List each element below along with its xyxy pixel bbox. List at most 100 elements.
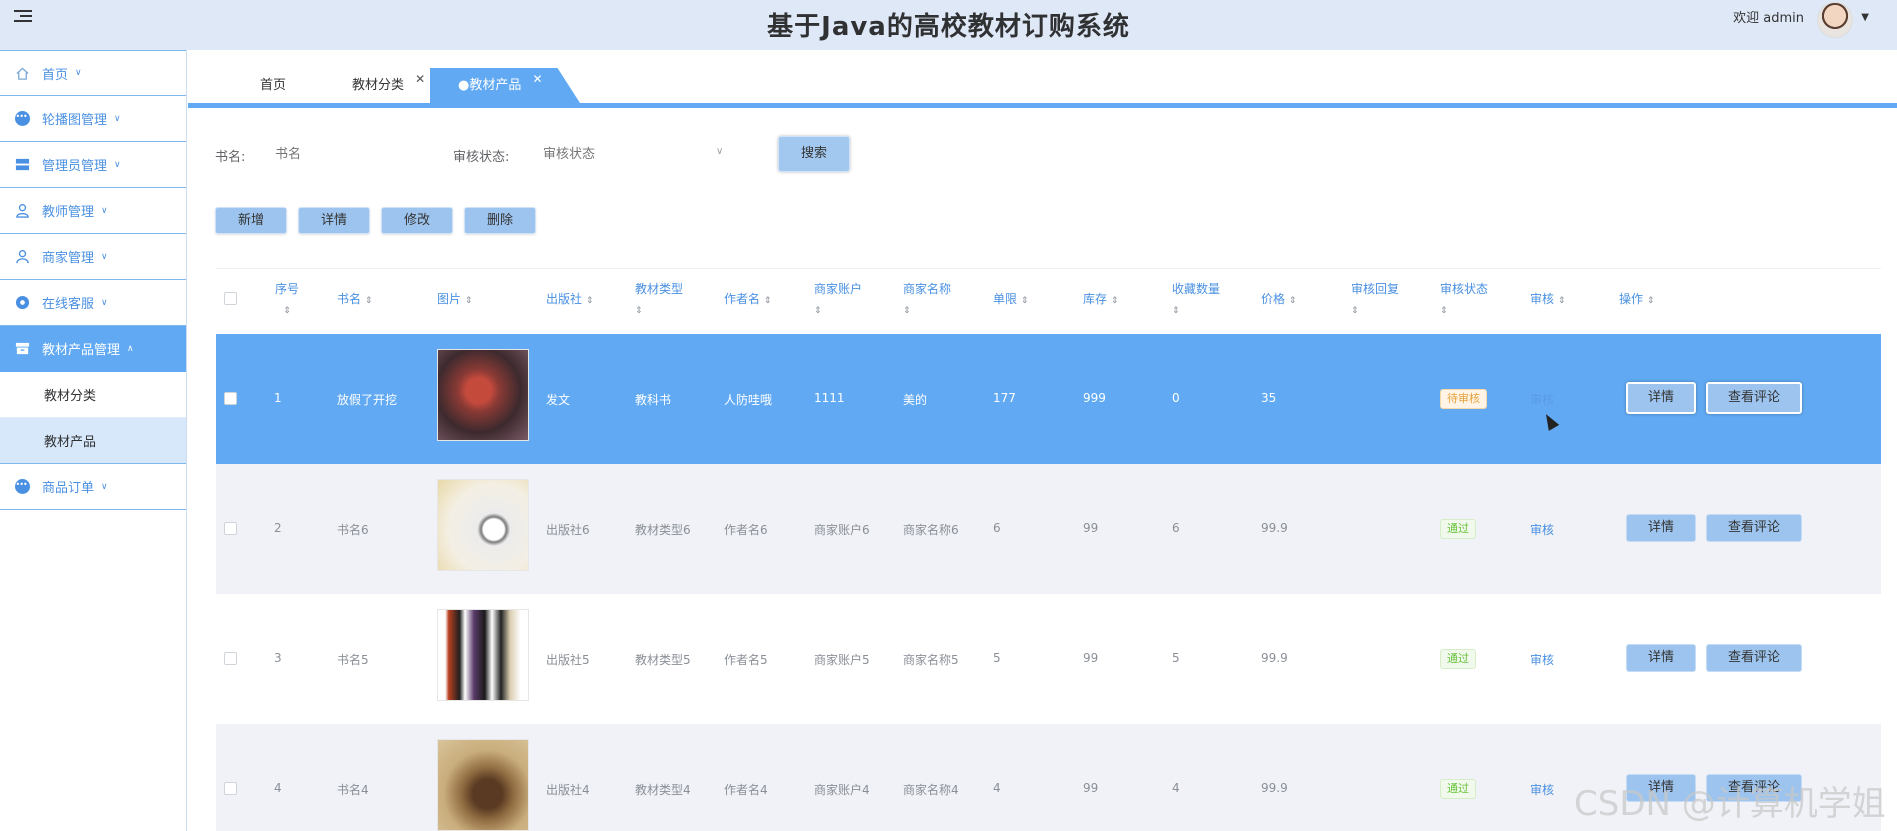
chevron-up-icon: ∧ [127,343,134,354]
sidebar-subitem-label: 教材分类 [44,389,97,404]
view-comments-button[interactable]: 查看评论 [1706,514,1802,542]
column-header[interactable]: 教材类型 ⇕ [635,279,683,321]
column-header[interactable]: 价格 ⇕ [1261,289,1296,311]
table-row[interactable]: 1 放假了开挖 发文 教科书 人防哇哦 1111 美的 177 999 0 35… [216,334,1881,464]
sidebar-item-service[interactable]: 在线客服 ∨ [0,280,186,326]
sort-icon: ⇕ [1020,296,1029,306]
cell-favorites: 6 [1172,521,1180,535]
sort-icon: ⇕ [903,306,911,316]
sidebar-item-label: 管理员管理 [42,159,108,174]
cell-index: 3 [274,651,282,665]
sort-icon: ⇕ [283,306,291,316]
search-button[interactable]: 搜索 [778,136,850,172]
sort-icon: ⇕ [763,296,772,306]
cell-author: 作者名5 [724,653,768,667]
cell-price: 99.9 [1261,781,1288,795]
table-row[interactable]: 2 书名6 出版社6 教材类型6 作者名6 商家账户6 商家名称6 6 99 6… [216,464,1881,594]
product-table: 序号 ⇕ 书名 ⇕ 图片 ⇕ 出版社 ⇕ 教材类型 ⇕ 作者名 ⇕ 商家账户 ⇕ 商家… [216,268,1881,831]
cell-price: 99.9 [1261,521,1288,535]
sidebar-item-home[interactable]: 首页 ∨ [0,50,186,96]
tab-bar: 首页 教材分类 ✕ ●教材产品 ✕ [188,64,1897,108]
sidebar-item-teacher[interactable]: 教师管理 ∨ [0,188,186,234]
audit-link[interactable]: 审核 [1530,781,1554,798]
sidebar-subitem-label: 教材产品 [44,435,97,450]
sidebar-item-label: 教师管理 [42,205,95,220]
sort-icon: ⇕ [1110,296,1119,306]
row-checkbox[interactable] [224,652,237,665]
column-header[interactable]: 收藏数量 ⇕ [1172,279,1220,321]
select-all-checkbox[interactable] [224,292,237,305]
tab-home[interactable]: 首页 [260,68,286,103]
app-title: 基于Java的高校教材订购系统 [767,12,1130,42]
column-header[interactable]: 商家名称 ⇕ [903,279,951,321]
column-header[interactable]: 作者名 ⇕ [724,289,771,311]
detail-button[interactable]: 详情 [298,207,370,234]
delete-button[interactable]: 删除 [464,207,536,234]
status-badge: 待审核 [1440,389,1487,409]
audit-link[interactable]: 审核 [1530,391,1554,408]
bookname-input[interactable] [275,136,425,172]
cell-publisher: 出版社6 [546,523,590,537]
view-comments-button[interactable]: 查看评论 [1706,644,1802,672]
cell-index: 1 [274,391,282,405]
chevron-down-icon: ∨ [101,251,108,262]
column-header[interactable]: 单限 ⇕ [993,289,1028,311]
edit-button[interactable]: 修改 [381,207,453,234]
table-row[interactable]: 3 书名5 出版社5 教材类型5 作者名5 商家账户5 商家名称5 5 99 5… [216,594,1881,724]
sidebar-item-label: 首页 [42,67,69,83]
watermark: CSDN @计算机学姐 [1574,784,1886,824]
row-detail-button[interactable]: 详情 [1626,382,1696,414]
status-label: 审核状态: [453,150,510,165]
sort-icon: ⇕ [635,306,643,316]
add-button[interactable]: 新增 [215,207,287,234]
row-detail-button[interactable]: 详情 [1626,514,1696,542]
column-header[interactable]: 商家账户 ⇕ [814,279,862,321]
close-icon[interactable]: ✕ [415,72,425,86]
column-header[interactable]: 审核 ⇕ [1530,289,1565,311]
cell-merchant: 商家名称4 [903,783,959,797]
column-header[interactable]: 操作 ⇕ [1619,289,1654,311]
row-checkbox[interactable] [224,392,237,405]
sidebar-subitem-product[interactable]: 教材产品 [0,418,186,464]
chevron-down-icon[interactable]: ∨ [716,146,723,157]
cell-favorites: 4 [1172,781,1180,795]
sort-icon: ⇕ [1172,306,1180,316]
cell-publisher: 发文 [546,393,571,407]
cell-account: 商家账户4 [814,783,870,797]
column-header[interactable]: 序号 ⇕ [273,279,301,321]
view-comments-button[interactable]: 查看评论 [1706,382,1802,414]
cell-name: 书名6 [337,523,369,537]
sidebar-item-label: 轮播图管理 [42,113,108,128]
avatar[interactable] [1817,2,1853,38]
row-checkbox[interactable] [224,522,237,535]
sidebar-item-merchant[interactable]: 商家管理 ∨ [0,234,186,280]
cell-merchant: 美的 [903,393,928,407]
tab-category[interactable]: 教材分类 ✕ [352,68,425,103]
row-detail-button[interactable]: 详情 [1626,644,1696,672]
sidebar-item-admin[interactable]: 管理员管理 ∨ [0,142,186,188]
sidebar-item-carousel[interactable]: 轮播图管理 ∨ [0,96,186,142]
column-header[interactable]: 书名 ⇕ [337,289,372,311]
cell-account: 商家账户5 [814,653,870,667]
sidebar-item-product-management[interactable]: 教材产品管理 ∧ [0,326,186,372]
sort-icon: ⇕ [1440,306,1448,316]
cell-stock: 999 [1083,391,1106,405]
column-header[interactable]: 审核状态 ⇕ [1440,279,1488,321]
audit-link[interactable]: 审核 [1530,651,1554,668]
top-header: 基于Java的高校教材订购系统 欢迎 admin ▼ [0,0,1897,50]
close-icon[interactable]: ✕ [532,72,542,86]
column-header[interactable]: 库存 ⇕ [1083,289,1118,311]
column-header[interactable]: 审核回复 ⇕ [1351,279,1399,321]
audit-link[interactable]: 审核 [1530,521,1554,538]
row-checkbox[interactable] [224,782,237,795]
status-select[interactable] [543,136,713,172]
sidebar-item-orders[interactable]: 商品订单 ∨ [0,464,186,510]
cell-account: 商家账户6 [814,523,870,537]
sidebar-subitem-category[interactable]: 教材分类 [0,372,186,418]
column-header[interactable]: 出版社 ⇕ [546,289,593,311]
column-header[interactable]: 图片 ⇕ [437,289,472,311]
tab-product[interactable]: ●教材产品 ✕ [430,68,580,103]
chevron-down-icon[interactable]: ▼ [1861,12,1869,23]
product-image [437,609,529,701]
cell-merchant: 商家名称6 [903,523,959,537]
